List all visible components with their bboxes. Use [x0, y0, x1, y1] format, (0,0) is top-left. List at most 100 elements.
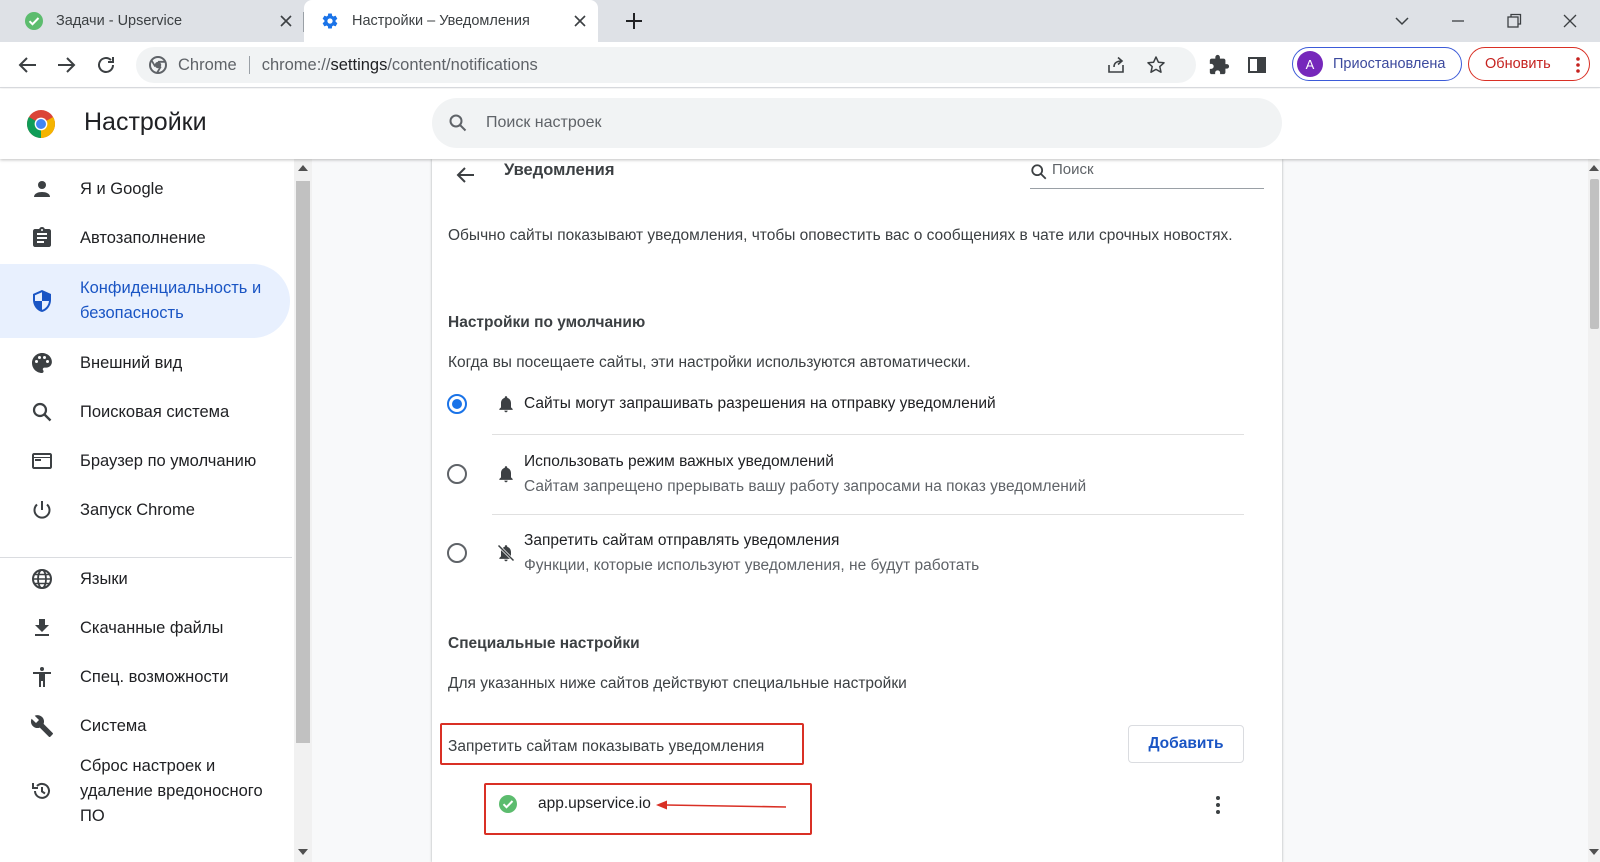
search-icon [448, 113, 468, 133]
sidebar-item-label: Внешний вид [80, 353, 183, 372]
radio-quieter-messaging[interactable] [447, 464, 467, 484]
new-tab-icon[interactable] [624, 11, 644, 31]
check-circle-icon [498, 794, 518, 814]
sidebar-item-label: Языки [80, 569, 128, 588]
sidebar-item-label: Спец. возможности [80, 667, 229, 686]
sidebar-scroll-thumb[interactable] [296, 181, 310, 743]
chrome-logo-icon [26, 109, 56, 139]
annotation-arrow [656, 800, 787, 810]
sidebar-item-downloads[interactable]: Скачанные файлы [0, 604, 290, 652]
download-icon [30, 616, 54, 640]
sidebar-item-label: Автозаполнение [80, 228, 206, 247]
update-label: Обновить [1485, 56, 1551, 72]
tab-strip: Задачи - Upservice Настройки – Уведомлен… [0, 0, 1600, 42]
settings-search-box[interactable] [432, 98, 1282, 148]
tab-search-chevron-icon[interactable] [1392, 11, 1412, 31]
check-circle-icon [24, 11, 44, 31]
tab-upservice[interactable]: Задачи - Upservice [0, 0, 304, 42]
shield-icon [30, 289, 54, 313]
sidebar-item-reset-cleanup[interactable]: Сброс настроек и удаление вредоносного П… [0, 753, 290, 829]
more-actions-icon[interactable] [1206, 793, 1230, 817]
share-icon[interactable] [1106, 55, 1126, 75]
sidebar-item-you-and-google[interactable]: Я и Google [0, 165, 290, 213]
option-sublabel: Сайтам запрещено прерывать вашу работу з… [524, 478, 1087, 495]
bell-off-icon [496, 543, 516, 563]
profile-button[interactable]: A Приостановлена [1292, 47, 1462, 81]
search-icon [1031, 164, 1047, 180]
sidebar-scrollbar[interactable] [294, 159, 312, 862]
scroll-down-arrow-icon[interactable] [1589, 849, 1599, 855]
custom-settings-subtitle: Для указанных ниже сайтов действуют спец… [448, 675, 907, 692]
back-icon[interactable] [16, 53, 40, 77]
close-tab-icon[interactable] [278, 13, 294, 29]
sidebar-item-privacy-security[interactable]: Конфиденциальность и безопасность [0, 264, 290, 338]
sidebar-item-label: Система [80, 716, 147, 735]
add-site-button[interactable]: Добавить [1128, 725, 1244, 763]
minimize-icon[interactable] [1448, 11, 1468, 31]
close-tab-icon[interactable] [572, 13, 588, 29]
page-search-input[interactable] [1052, 161, 1252, 178]
radio-allow-requests[interactable] [447, 394, 467, 414]
block-list-label: Запретить сайтам показывать уведомления [448, 738, 765, 755]
power-icon [30, 498, 54, 522]
sidebar: Я и Google Автозаполнение Конфиденциальн… [0, 159, 294, 862]
omnibox-divider [248, 56, 250, 74]
sidebar-item-system[interactable]: Система [0, 702, 290, 750]
back-arrow-icon[interactable] [454, 163, 478, 187]
option-sublabel: Функции, которые используют уведомления,… [524, 557, 980, 574]
scroll-up-arrow-icon[interactable] [1589, 165, 1599, 171]
sidebar-item-languages[interactable]: Языки [0, 555, 290, 603]
option-label: Сайты могут запрашивать разрешения на от… [524, 395, 996, 412]
address-bar[interactable]: Chrome chrome://settings/content/notific… [136, 47, 1196, 83]
settings-title: Настройки [84, 108, 207, 136]
custom-settings-heading: Специальные настройки [448, 635, 640, 652]
close-window-icon[interactable] [1560, 11, 1580, 31]
url-text: chrome://settings/content/notifications [261, 55, 538, 74]
menu-kebab-icon [1575, 56, 1581, 74]
forward-icon[interactable] [54, 53, 78, 77]
search-icon [30, 400, 54, 424]
main-scroll-thumb[interactable] [1590, 179, 1599, 329]
tab-title: Задачи - Upservice [56, 13, 183, 29]
scroll-up-arrow-icon[interactable] [298, 165, 308, 171]
site-label: Chrome [178, 55, 237, 74]
browser-toolbar: Chrome chrome://settings/content/notific… [0, 42, 1600, 88]
reload-icon[interactable] [94, 53, 118, 77]
extensions-puzzle-icon[interactable] [1208, 54, 1230, 76]
gear-icon [320, 11, 340, 31]
chrome-page-icon [148, 55, 168, 75]
side-panel-icon[interactable] [1246, 54, 1268, 76]
sidebar-item-appearance[interactable]: Внешний вид [0, 339, 290, 387]
option-label: Запретить сайтам отправлять уведомления [524, 532, 840, 549]
page-description: Обычно сайты показывают уведомления, что… [448, 227, 1233, 244]
radio-block-notifications[interactable] [447, 543, 467, 563]
sidebar-item-search-engine[interactable]: Поисковая система [0, 388, 290, 436]
settings-search-input[interactable] [486, 114, 1186, 132]
sidebar-item-default-browser[interactable]: Браузер по умолчанию [0, 437, 290, 485]
page-title: Уведомления [504, 161, 615, 179]
restore-window-icon[interactable] [1504, 11, 1524, 31]
tab-settings-notifications[interactable]: Настройки – Уведомления [304, 0, 598, 42]
scroll-down-arrow-icon[interactable] [298, 849, 308, 855]
divider [492, 434, 1244, 435]
sidebar-item-autofill[interactable]: Автозаполнение [0, 214, 290, 262]
bell-icon [496, 464, 516, 484]
sidebar-item-label: Поисковая система [80, 402, 230, 421]
globe-icon [30, 567, 54, 591]
wrench-icon [30, 714, 54, 738]
divider [492, 514, 1244, 515]
main-scrollbar[interactable] [1588, 159, 1600, 862]
site-name: app.upservice.io [538, 795, 651, 812]
sidebar-item-label: Конфиденциальность и безопасность [80, 279, 262, 322]
sidebar-item-accessibility[interactable]: Спец. возможности [0, 653, 290, 701]
bookmark-star-icon[interactable] [1146, 55, 1166, 75]
avatar: A [1297, 51, 1323, 77]
page-search-box[interactable] [1030, 159, 1264, 189]
default-settings-heading: Настройки по умолчанию [448, 314, 646, 331]
sidebar-item-label: Сброс настроек и удаление вредоносного П… [80, 756, 263, 825]
sidebar-item-label: Я и Google [80, 179, 164, 198]
option-label: Использовать режим важных уведомлений [524, 453, 834, 470]
update-button[interactable]: Обновить [1468, 47, 1590, 81]
person-icon [30, 177, 54, 201]
sidebar-item-on-startup[interactable]: Запуск Chrome [0, 486, 290, 534]
